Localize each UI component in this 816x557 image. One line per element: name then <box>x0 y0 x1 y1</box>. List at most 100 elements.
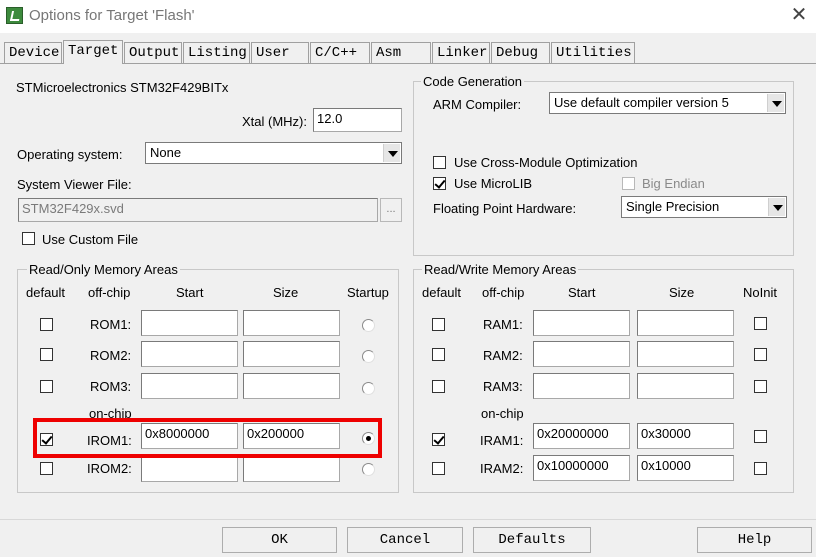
rom3-start-input[interactable] <box>141 373 238 399</box>
rom3-startup-radio[interactable] <box>362 382 375 395</box>
iram2-label: IRAM2: <box>480 461 524 476</box>
ram1-label: RAM1: <box>483 317 523 332</box>
rom-header-offchip: off-chip <box>88 285 131 300</box>
fph-label: Floating Point Hardware: <box>433 201 577 216</box>
xtal-input[interactable]: 12.0 <box>313 108 402 132</box>
rom2-start-input[interactable] <box>141 341 238 367</box>
iram2-noinit-checkbox[interactable] <box>754 462 767 475</box>
ram-header-offchip: off-chip <box>482 285 525 300</box>
ram3-size-input[interactable] <box>637 373 734 399</box>
custom-file-label: Use Custom File <box>42 232 139 247</box>
cancel-button[interactable]: Cancel <box>347 527 463 553</box>
tab-asm[interactable]: Asm <box>371 42 431 63</box>
close-icon[interactable]: ✕ <box>789 5 809 25</box>
rom2-default-checkbox[interactable] <box>40 348 53 361</box>
custom-file-checkbox[interactable] <box>22 232 35 245</box>
compiler-label: ARM Compiler: <box>433 97 522 112</box>
rom1-label: ROM1: <box>90 317 132 332</box>
big-endian-label: Big Endian <box>642 176 705 191</box>
chevron-down-icon[interactable] <box>767 94 784 112</box>
ram2-noinit-checkbox[interactable] <box>754 348 767 361</box>
iram1-start-input[interactable]: 0x20000000 <box>533 423 630 449</box>
ram-header-noinit: NoInit <box>743 285 777 300</box>
iram1-default-checkbox[interactable] <box>432 433 445 446</box>
cross-module-label: Use Cross-Module Optimization <box>454 155 638 170</box>
os-select[interactable]: None <box>145 142 402 164</box>
svf-label: System Viewer File: <box>17 177 132 192</box>
iram1-size-input[interactable]: 0x30000 <box>637 423 734 449</box>
tab-target[interactable]: Target <box>63 40 123 64</box>
ram-header-size: Size <box>669 285 695 300</box>
tab-listing[interactable]: Listing <box>183 42 250 63</box>
rom1-size-input[interactable] <box>243 310 340 336</box>
tab-debug[interactable]: Debug <box>491 42 550 63</box>
tab-output[interactable]: Output <box>124 42 182 63</box>
iram2-default-checkbox[interactable] <box>432 462 445 475</box>
rom-header-startup: Startup <box>347 285 389 300</box>
rom3-default-checkbox[interactable] <box>40 380 53 393</box>
ram-header-default: default <box>422 285 462 300</box>
rom1-start-input[interactable] <box>141 310 238 336</box>
irom2-size-input[interactable] <box>243 456 340 482</box>
ram2-start-input[interactable] <box>533 341 630 367</box>
defaults-button[interactable]: Defaults <box>473 527 591 553</box>
rom2-size-input[interactable] <box>243 341 340 367</box>
rom2-startup-radio[interactable] <box>362 350 375 363</box>
compiler-select[interactable]: Use default compiler version 5 <box>549 92 786 114</box>
ram1-noinit-checkbox[interactable] <box>754 317 767 330</box>
ram1-default-checkbox[interactable] <box>432 318 445 331</box>
button-bar-divider <box>0 519 816 520</box>
tab-linker[interactable]: Linker <box>432 42 490 63</box>
iram1-noinit-checkbox[interactable] <box>754 430 767 443</box>
ram3-label: RAM3: <box>483 379 523 394</box>
irom2-label: IROM2: <box>87 461 132 476</box>
cross-module-checkbox[interactable] <box>433 156 446 169</box>
microlib-checkbox[interactable] <box>433 177 446 190</box>
ram3-default-checkbox[interactable] <box>432 380 445 393</box>
ram2-size-input[interactable] <box>637 341 734 367</box>
rom-group-title: Read/Only Memory Areas <box>27 262 180 277</box>
rom-header-start: Start <box>176 285 204 300</box>
rom1-startup-radio[interactable] <box>362 319 375 332</box>
ram2-default-checkbox[interactable] <box>432 348 445 361</box>
ram3-noinit-checkbox[interactable] <box>754 380 767 393</box>
help-button[interactable]: Help <box>697 527 812 553</box>
rom3-label: ROM3: <box>90 379 132 394</box>
rom1-default-checkbox[interactable] <box>40 318 53 331</box>
rom3-size-input[interactable] <box>243 373 340 399</box>
irom2-default-checkbox[interactable] <box>40 462 53 475</box>
rom-header-default: default <box>26 285 66 300</box>
compiler-select-value: Use default compiler version 5 <box>554 95 729 110</box>
svf-browse-button[interactable]: ... <box>380 198 402 222</box>
fph-select[interactable]: Single Precision <box>621 196 787 218</box>
tab-device[interactable]: Device <box>4 42 62 63</box>
ram1-size-input[interactable] <box>637 310 734 336</box>
ram-onchip-label: on-chip <box>481 406 524 421</box>
chevron-down-icon[interactable] <box>383 144 400 162</box>
ok-button[interactable]: OK <box>222 527 337 553</box>
ram1-start-input[interactable] <box>533 310 630 336</box>
iram2-start-input[interactable]: 0x10000000 <box>533 455 630 481</box>
microlib-label: Use MicroLIB <box>454 176 533 191</box>
os-select-value: None <box>150 145 182 160</box>
keil-app-icon <box>6 7 23 24</box>
rom2-label: ROM2: <box>90 348 132 363</box>
chevron-down-icon[interactable] <box>768 198 785 216</box>
svf-input[interactable]: STM32F429x.svd <box>18 198 378 222</box>
irom2-startup-radio[interactable] <box>362 463 375 476</box>
rom-header-size: Size <box>273 285 299 300</box>
tab-user[interactable]: User <box>251 42 309 63</box>
device-name: STMicroelectronics STM32F429BITx <box>16 80 229 95</box>
window-title: Options for Target 'Flash' <box>29 7 195 24</box>
ram-header-start: Start <box>568 285 596 300</box>
ram3-start-input[interactable] <box>533 373 630 399</box>
iram2-size-input[interactable]: 0x10000 <box>637 455 734 481</box>
tab-c-cpp[interactable]: C/C++ <box>310 42 370 63</box>
ram-group-title: Read/Write Memory Areas <box>422 262 579 277</box>
iram1-label: IRAM1: <box>480 433 524 448</box>
big-endian-checkbox[interactable] <box>622 177 635 190</box>
fph-select-value: Single Precision <box>626 199 720 214</box>
xtal-label: Xtal (MHz): <box>242 114 307 129</box>
irom2-start-input[interactable] <box>141 456 238 482</box>
tab-utilities[interactable]: Utilities <box>551 42 635 63</box>
